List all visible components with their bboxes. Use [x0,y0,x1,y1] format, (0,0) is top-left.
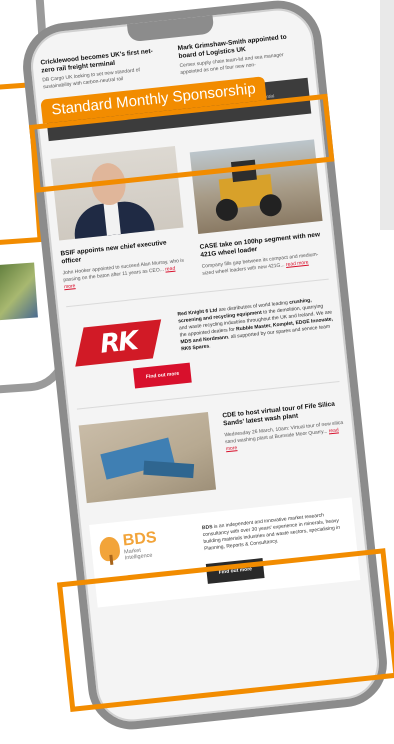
article-photo[interactable] [78,411,217,503]
phone-mockup: Cricklewood becomes UK's first net-zero … [18,0,394,734]
advert-block: RK Red Knight 6 Ltd are distributors of … [68,295,338,394]
advert-body: Red Knight 6 Ltd are distributors of wor… [132,295,338,389]
background-panel [380,0,394,230]
sponsor-text: BDS is an independent and innovative mar… [201,512,341,553]
advert-text: Red Knight 6 Ltd are distributors of wor… [177,297,334,353]
rk6-logo[interactable]: RK [68,313,169,373]
news-item[interactable]: Cricklewood becomes UK's first net-zero … [40,46,169,91]
tree-icon [98,536,121,563]
article-card[interactable]: CDE to host virtual tour of Fife Silica … [222,398,349,488]
read-more-link[interactable]: read more [286,259,309,267]
article-row: CDE to host virtual tour of Fife Silica … [78,398,350,503]
rk6-logo-text: RK [98,325,138,360]
bds-logo[interactable]: BDS Market Intelligence [98,526,191,564]
find-out-more-button[interactable]: Find out more [132,362,193,389]
background-photo [0,262,38,321]
news-item[interactable]: Mark Grimshaw-Smith appointed to board o… [177,32,306,77]
